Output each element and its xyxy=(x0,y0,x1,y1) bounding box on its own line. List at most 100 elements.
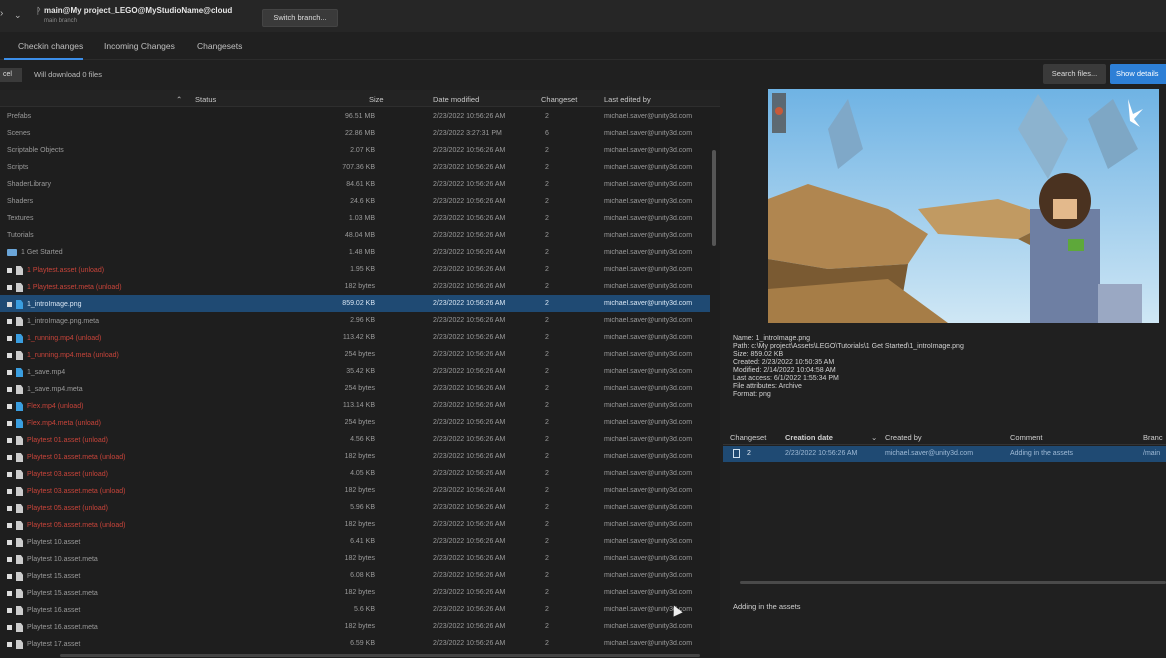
table-row[interactable]: Scripts 707.36 KB 2/23/2022 10:56:26 AM 2 mi… xyxy=(0,159,710,176)
table-row[interactable]: 1 Get Started 1.48 MB 2/23/2022 10:56:26 A… xyxy=(0,244,710,261)
table-row[interactable]: 1_running.mp4.meta (unload) 254 bytes 2/23… xyxy=(0,346,710,363)
tab-incoming-changes[interactable]: Incoming Changes xyxy=(104,41,175,51)
table-row[interactable]: Playtest 01.asset.meta (unload) 182 bytes… xyxy=(0,448,710,465)
detail-attributes: File attributes: Archive xyxy=(733,383,802,390)
table-row[interactable]: Playtest 16.asset 5.6 KB 2/23/2022 10:56:2… xyxy=(0,601,710,618)
file-name-cell: Flex.mp4.meta (unload) xyxy=(7,419,101,428)
table-row[interactable]: Scenes 22.86 MB 2/23/2022 3:27:31 PM 6 micha… xyxy=(0,125,710,142)
detail-format: Format: png xyxy=(733,391,771,398)
table-row[interactable]: Flex.mp4 (unload) 113.14 KB 2/23/2022 10:5… xyxy=(0,397,710,414)
file-date-modified: 2/23/2022 10:56:26 AM xyxy=(433,504,506,511)
file-changeset: 2 xyxy=(545,606,549,613)
branch-icon: ᚹ xyxy=(36,6,42,16)
cancel-button[interactable]: cel xyxy=(0,68,22,82)
file-changeset: 2 xyxy=(545,198,549,205)
row-status-marker-icon xyxy=(7,523,12,528)
file-name: Tutorials xyxy=(7,232,34,239)
vertical-scrollbar[interactable] xyxy=(712,150,716,246)
file-changeset: 2 xyxy=(545,402,549,409)
file-size: 22.86 MB xyxy=(345,130,375,137)
table-row[interactable]: Playtest 15.asset.meta 182 bytes 2/23/2022… xyxy=(0,584,710,601)
table-row[interactable]: Playtest 03.asset (unload) 4.05 KB 2/23/20… xyxy=(0,465,710,482)
table-row[interactable]: Scriptable Objects 2.07 KB 2/23/2022 10:56… xyxy=(0,142,710,159)
file-name: 1 Playtest.asset.meta (unload) xyxy=(27,284,122,291)
file-size: 6.41 KB xyxy=(350,538,375,545)
file-size: 1.03 MB xyxy=(348,215,375,222)
switch-branch-button[interactable]: Switch branch... xyxy=(262,9,338,27)
file-size: 182 bytes xyxy=(344,521,375,528)
file-changeset: 2 xyxy=(545,164,549,171)
chevron-down-icon[interactable]: ⌄ xyxy=(14,10,28,22)
table-row[interactable]: Tutorials 48.04 MB 2/23/2022 10:56:26 AM 2 m… xyxy=(0,227,710,244)
detail-size: Size: 859.02 KB xyxy=(733,351,784,358)
table-row[interactable]: 1_introImage.png.meta 2.96 KB 2/23/2022 10… xyxy=(0,312,710,329)
tab-changesets[interactable]: Changesets xyxy=(197,41,242,51)
table-row[interactable]: ShaderLibrary 84.61 KB 2/23/2022 10:56:26 … xyxy=(0,176,710,193)
header-date-modified[interactable]: Date modified xyxy=(433,95,479,104)
cs-header-branch[interactable]: Branc xyxy=(1143,433,1163,442)
toolbar: cel Will download 0 files Search files..… xyxy=(0,60,1166,90)
table-row[interactable]: Shaders 24.6 KB 2/23/2022 10:56:26 AM 2 mich… xyxy=(0,193,710,210)
sort-chevron-icon[interactable]: ⌄ xyxy=(871,433,877,442)
tab-checkin-changes[interactable]: Checkin changes xyxy=(3,41,84,60)
search-files-button[interactable]: Search files... xyxy=(1043,64,1106,84)
table-row[interactable]: 1_save.mp4.meta 254 bytes 2/23/2022 10:56:… xyxy=(0,380,710,397)
cs-header-created-by[interactable]: Created by xyxy=(885,433,922,442)
row-status-marker-icon xyxy=(7,472,12,477)
table-row[interactable]: 1_introImage.png 859.02 KB 2/23/2022 10:56… xyxy=(0,295,710,312)
file-last-edited-by: michael.saver@unity3d.com xyxy=(604,606,693,613)
file-name: Playtest 10.asset xyxy=(27,539,81,546)
table-row[interactable]: 1 Playtest.asset (unload) 1.95 KB 2/23/202… xyxy=(0,261,710,278)
table-row[interactable]: Playtest 03.asset.meta (unload) 182 bytes… xyxy=(0,482,710,499)
table-row[interactable]: Playtest 16.asset.meta 182 bytes 2/23/2022… xyxy=(0,618,710,635)
file-size: 6.08 KB xyxy=(350,572,375,579)
file-name-cell: 1 Playtest.asset.meta (unload) xyxy=(7,283,122,292)
row-status-marker-icon xyxy=(7,370,12,375)
table-row[interactable]: Playtest 15.asset 6.08 KB 2/23/2022 10:56:… xyxy=(0,567,710,584)
table-row[interactable]: 1_running.mp4 (unload) 113.42 KB 2/23/2022… xyxy=(0,329,710,346)
table-row[interactable]: Playtest 01.asset (unload) 4.56 KB 2/23/20… xyxy=(0,431,710,448)
table-row[interactable]: Textures 1.03 MB 2/23/2022 10:56:26 AM 2 mic… xyxy=(0,210,710,227)
file-name-cell: 1_running.mp4 (unload) xyxy=(7,334,101,343)
table-row[interactable]: Playtest 10.asset 6.41 KB 2/23/2022 10:56:… xyxy=(0,533,710,550)
table-row[interactable]: Playtest 10.asset.meta 182 bytes 2/23/2022… xyxy=(0,550,710,567)
header-size[interactable]: Size xyxy=(369,95,384,104)
file-changeset: 2 xyxy=(545,368,549,375)
table-row[interactable]: Flex.mp4.meta (unload) 254 bytes 2/23/2022… xyxy=(0,414,710,431)
file-last-edited-by: michael.saver@unity3d.com xyxy=(604,181,693,188)
file-last-edited-by: michael.saver@unity3d.com xyxy=(604,453,693,460)
table-row[interactable]: 1_save.mp4 35.42 KB 2/23/2022 10:56:26 AM 2… xyxy=(0,363,710,380)
table-row[interactable]: Playtest 17.asset 6.59 KB 2/23/2022 10:56:… xyxy=(0,635,710,652)
table-row[interactable]: Playtest 05.asset.meta (unload) 182 bytes… xyxy=(0,516,710,533)
nav-back-icon[interactable]: › xyxy=(0,8,10,20)
file-name-cell: Playtest 05.asset (unload) xyxy=(7,504,108,513)
header-last-edited-by[interactable]: Last edited by xyxy=(604,95,651,104)
file-icon xyxy=(16,351,23,360)
cs-header-comment[interactable]: Comment xyxy=(1010,433,1043,442)
cs-header-changeset[interactable]: Changeset xyxy=(730,433,766,442)
header-changeset[interactable]: Changeset xyxy=(541,95,577,104)
file-icon xyxy=(16,266,23,275)
sort-arrow-icon[interactable]: ⌃ xyxy=(176,95,182,104)
file-last-edited-by: michael.saver@unity3d.com xyxy=(604,572,693,579)
table-row[interactable]: Playtest 05.asset (unload) 5.96 KB 2/23/20… xyxy=(0,499,710,516)
horizontal-scrollbar[interactable] xyxy=(60,654,700,657)
table-row[interactable]: 1 Playtest.asset.meta (unload) 182 bytes 2… xyxy=(0,278,710,295)
changeset-row[interactable]: 2 2/23/2022 10:56:26 AM michael.saver@un… xyxy=(723,446,1166,462)
header-status[interactable]: Status xyxy=(195,95,216,104)
file-size: 254 bytes xyxy=(344,351,375,358)
file-date-modified: 2/23/2022 10:56:26 AM xyxy=(433,283,506,290)
file-size: 707.36 KB xyxy=(342,164,375,171)
file-last-edited-by: michael.saver@unity3d.com xyxy=(604,215,693,222)
cs-header-creation-date[interactable]: Creation date xyxy=(785,433,833,442)
panel-splitter[interactable] xyxy=(740,581,1166,584)
file-last-edited-by: michael.saver@unity3d.com xyxy=(604,555,693,562)
show-details-button[interactable]: Show details xyxy=(1110,64,1166,84)
file-size: 254 bytes xyxy=(344,385,375,392)
file-last-edited-by: michael.saver@unity3d.com xyxy=(604,589,693,596)
file-list: ⌃ Status Size Date modified Changeset La… xyxy=(0,90,720,658)
file-size: 2.96 KB xyxy=(350,317,375,324)
table-row[interactable]: Prefabs 96.51 MB 2/23/2022 10:56:26 AM 2 mic… xyxy=(0,108,710,125)
file-size: 182 bytes xyxy=(344,487,375,494)
file-last-edited-by: michael.saver@unity3d.com xyxy=(604,487,693,494)
